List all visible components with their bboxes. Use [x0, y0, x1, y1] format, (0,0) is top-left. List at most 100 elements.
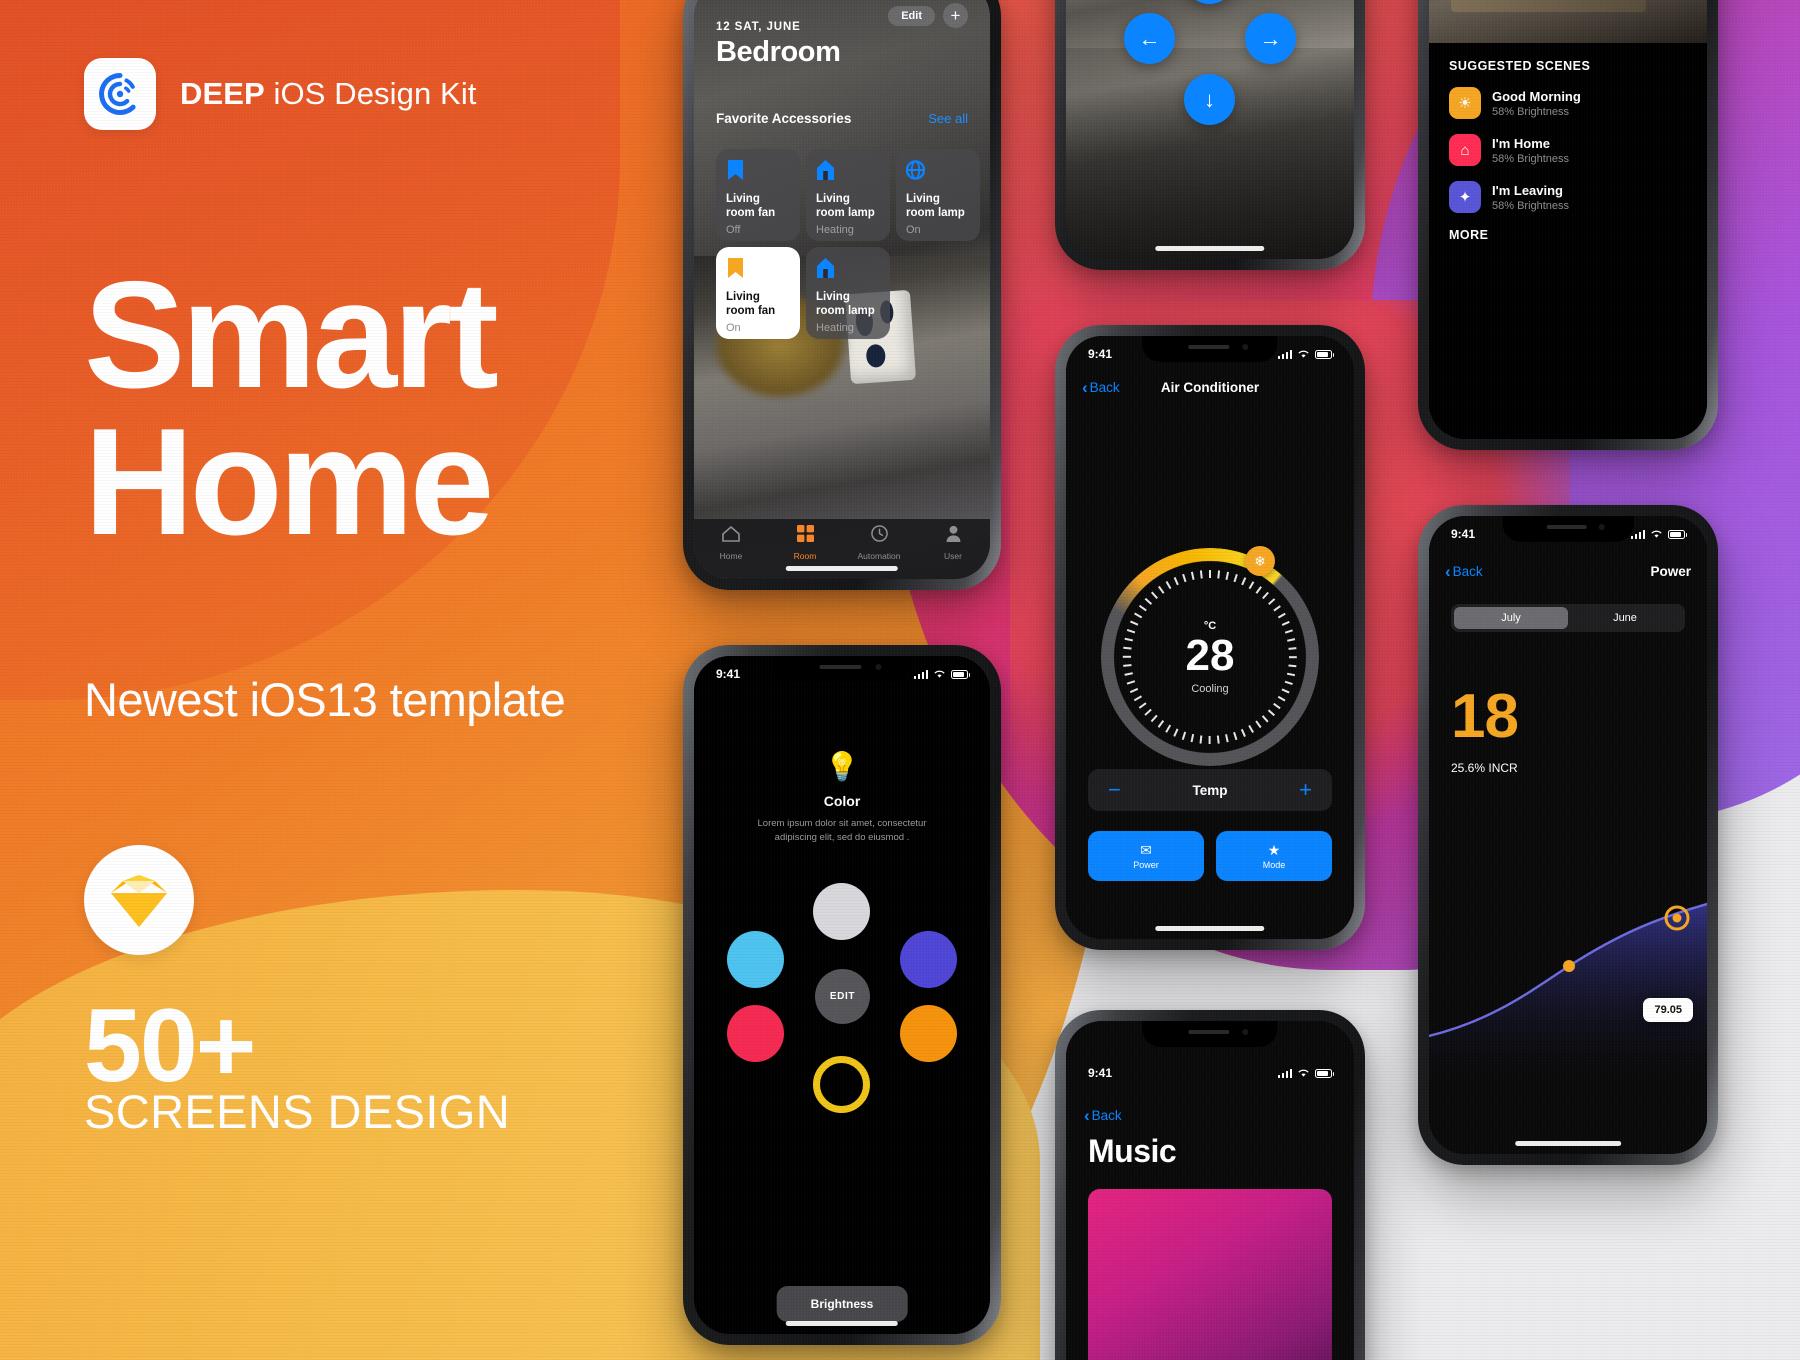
- color-swatch-cyan[interactable]: [727, 930, 784, 988]
- tab-user[interactable]: User: [916, 525, 990, 561]
- battery-icon: [1315, 349, 1334, 359]
- accessory-card[interactable]: Living room lamp Heating: [806, 247, 890, 339]
- power-line-chart: 79.05: [1429, 846, 1707, 1076]
- back-button[interactable]: ‹ Back: [1082, 379, 1120, 396]
- deep-radar-c-icon: [84, 58, 156, 130]
- color-title: Color: [823, 793, 861, 809]
- accessory-card[interactable]: Living room lamp On: [896, 149, 980, 241]
- tab-room[interactable]: Room: [768, 525, 842, 561]
- color-swatch-orange[interactable]: [900, 1004, 957, 1062]
- accessory-name: Living room fan: [726, 193, 776, 219]
- wifi-icon: [934, 670, 945, 678]
- accessory-card-active[interactable]: Living room fan On: [716, 247, 800, 339]
- more-scenes-label[interactable]: MORE: [1449, 228, 1687, 242]
- color-swatch-purple[interactable]: [900, 930, 957, 988]
- bedroom-room-title: Bedroom: [716, 36, 841, 68]
- status-indicators: [1277, 1068, 1334, 1078]
- navigation-bar: ‹ Back Air Conditioner: [1066, 372, 1354, 402]
- scene-item[interactable]: ⌂ I'm Home 58% Brightness: [1449, 134, 1687, 167]
- headline-line-1: Smart: [84, 250, 499, 420]
- accessory-card[interactable]: Living room fan Off: [716, 149, 800, 241]
- temperature-unit: °C: [1203, 619, 1217, 632]
- accessory-card[interactable]: Living room lamp Heating: [806, 149, 890, 241]
- temp-increase-button[interactable]: +: [1299, 779, 1312, 801]
- screens-count: 50+: [84, 988, 256, 1104]
- globe-icon: [905, 159, 926, 181]
- headline-line-2: Home: [84, 397, 494, 568]
- device-notch: [1142, 336, 1278, 362]
- back-button[interactable]: ‹ Back: [1084, 1107, 1122, 1124]
- temp-decrease-button[interactable]: −: [1108, 779, 1121, 801]
- see-all-link[interactable]: See all: [928, 111, 968, 126]
- dpad-right-button[interactable]: →: [1245, 13, 1296, 65]
- brightness-button[interactable]: Brightness: [776, 1286, 908, 1322]
- phone-mockup-air-conditioner: 9:41 ‹ Back Air Conditioner °C 28 Coolin…: [1055, 325, 1365, 950]
- page-title: Smart Home: [84, 250, 499, 568]
- device-notch: [772, 656, 912, 682]
- scene-name: I'm Home: [1492, 135, 1550, 151]
- scene-status: 58% Brightness: [1492, 199, 1570, 212]
- status-indicators: [913, 669, 970, 679]
- temperature-dial[interactable]: °C 28 Cooling ❄: [1101, 546, 1319, 766]
- status-time: 9:41: [716, 667, 741, 681]
- tab-label: Home: [719, 550, 743, 561]
- signal-icon: [1630, 529, 1645, 539]
- back-label: Back: [1091, 1108, 1122, 1123]
- dpad-down-button[interactable]: ↓: [1184, 74, 1235, 126]
- tab-automation[interactable]: Automation: [842, 525, 916, 561]
- brand-name-light: iOS Design Kit: [264, 76, 477, 111]
- edit-color-button[interactable]: EDIT: [815, 968, 870, 1024]
- color-swatch-yellow-selected[interactable]: [813, 1055, 870, 1113]
- scene-item[interactable]: ✦ I'm Leaving 58% Brightness: [1449, 181, 1687, 214]
- segment-june[interactable]: June: [1568, 607, 1682, 629]
- power-icon: ✉: [1140, 841, 1152, 858]
- tab-home[interactable]: Home: [694, 525, 768, 561]
- color-swatch-white[interactable]: [813, 882, 870, 940]
- wifi-icon: [1298, 350, 1309, 358]
- color-description: Lorem ipsum dolor sit amet, consectetur …: [757, 818, 927, 843]
- star-icon: ★: [1267, 841, 1281, 858]
- scene-status: 58% Brightness: [1492, 105, 1570, 118]
- month-segmented-control[interactable]: July June: [1451, 604, 1685, 632]
- scenes-photo-background: [1429, 0, 1707, 44]
- phone-mockup-bedroom: 12 SAT, JUNE Bedroom Edit + Favorite Acc…: [683, 0, 1001, 590]
- battery-icon: [1668, 529, 1687, 539]
- wifi-icon: [1298, 1069, 1309, 1077]
- dpad-left-button[interactable]: ←: [1124, 13, 1175, 65]
- status-time: 9:41: [1088, 1066, 1113, 1080]
- home-indicator: [1155, 246, 1265, 251]
- light-bulb-icon: 💡: [824, 751, 860, 782]
- scene-item[interactable]: ☀ Good Morning 58% Brightness: [1449, 87, 1687, 120]
- snowflake-icon[interactable]: ❄: [1245, 546, 1275, 576]
- back-label: Back: [1452, 563, 1483, 579]
- suggested-scenes-header: SUGGESTED SCENES: [1449, 59, 1591, 74]
- mode-button[interactable]: ★ Mode: [1216, 831, 1332, 881]
- home-indicator: [1515, 1141, 1621, 1146]
- signal-icon: [913, 669, 928, 679]
- power-label: Power: [1133, 859, 1159, 870]
- accessory-status: Heating: [816, 223, 854, 236]
- battery-icon: [951, 669, 970, 679]
- back-button[interactable]: ‹ Back: [1445, 563, 1483, 580]
- segment-july[interactable]: July: [1454, 607, 1568, 629]
- phone-mockup-remote: ↑ ← → ↓: [1055, 0, 1365, 270]
- exit-scene-icon: ✦: [1449, 181, 1481, 214]
- dial-readout: °C 28 Cooling: [1131, 578, 1289, 736]
- color-swatch-red[interactable]: [727, 1004, 784, 1062]
- ac-mode-label: Cooling: [1191, 682, 1229, 695]
- chevron-left-icon: ‹: [1445, 561, 1451, 581]
- home-icon: [816, 159, 835, 181]
- poster-canvas: DEEP iOS Design Kit Smart Home Newest iO…: [0, 0, 1800, 1360]
- power-button[interactable]: ✉ Power: [1088, 831, 1204, 881]
- chevron-left-icon: ‹: [1084, 1106, 1090, 1125]
- device-notch: [1142, 1021, 1278, 1047]
- power-screen: 9:41 ‹ Back Power July June 18 25.6% INC…: [1429, 516, 1707, 1154]
- power-value: 18: [1451, 682, 1519, 751]
- dpad-up-button[interactable]: ↑: [1184, 0, 1235, 5]
- temp-stepper: − Temp +: [1088, 769, 1332, 811]
- screens-count-label: SCREENS DESIGN: [84, 1085, 511, 1138]
- accessory-grid: Living room fan Off Living room lamp Hea…: [716, 149, 980, 339]
- mode-label: Mode: [1262, 859, 1286, 870]
- navigation-bar: ‹ Back Power: [1429, 556, 1707, 586]
- accessory-status: On: [726, 321, 741, 334]
